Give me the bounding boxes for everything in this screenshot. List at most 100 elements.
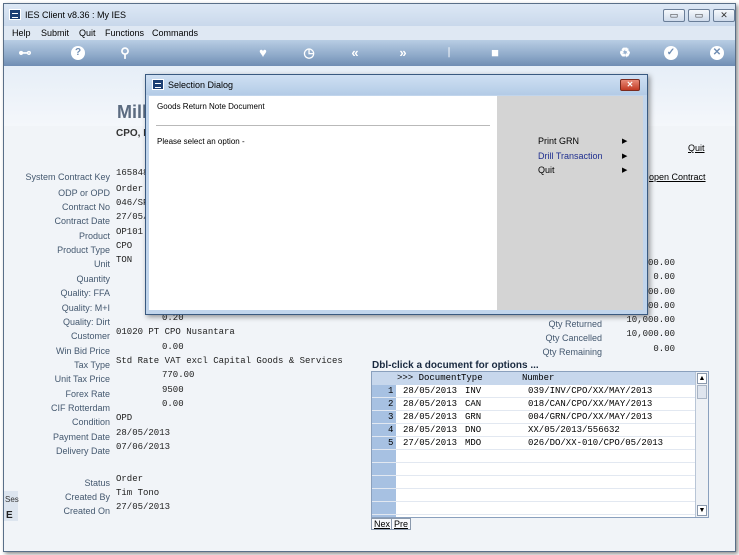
field-value[interactable]: 9500 <box>162 385 184 395</box>
row-number-value: 004/GRN/CPO/XX/MAY/2013 <box>528 412 653 422</box>
field-label: Customer <box>70 331 110 341</box>
recycle-icon[interactable]: ♻ <box>616 44 634 62</box>
row-number: 4 <box>388 425 394 435</box>
header-document[interactable]: >>> Document <box>397 373 462 383</box>
field-label: Contract No <box>61 202 110 212</box>
table-row[interactable]: 2 28/05/2013 CAN 018/CAN/CPO/XX/MAY/2013 <box>372 398 695 411</box>
field-label: Unit Tax Price <box>54 374 110 384</box>
grid-scrollbar[interactable]: ▲ ▼ <box>695 372 708 517</box>
field-value[interactable]: Order. <box>116 184 148 194</box>
field-value[interactable]: 046/SP <box>116 198 148 208</box>
field-value[interactable]: 165848 <box>116 168 148 178</box>
key-icon[interactable]: ⊷ <box>10 44 40 62</box>
table-row[interactable]: 4 28/05/2013 DNO XX/05/2013/556632 <box>372 424 695 437</box>
field-value[interactable]: OP101 <box>116 227 143 237</box>
clock-icon[interactable]: ◷ <box>300 44 318 62</box>
documents-grid: >>> Document Type Number 1 28/05/2013 INV 0… <box>371 371 709 518</box>
field-value[interactable]: 01020 PT CPO Nusantara <box>116 327 235 337</box>
menu-help[interactable]: Help <box>12 28 31 38</box>
submenu-arrow-icon: ▶ <box>622 138 628 145</box>
row-type: GRN <box>465 412 482 422</box>
qty-returned-value: 10,000.00 <box>626 315 675 325</box>
row-number-value: 018/CAN/CPO/XX/MAY/2013 <box>528 399 653 409</box>
search-icon[interactable]: ⚲ <box>116 44 134 62</box>
field-label: CIF Rotterdam <box>50 403 110 413</box>
field-value[interactable]: 27/05/ <box>116 212 148 222</box>
ok-icon[interactable]: ✓ <box>664 46 678 60</box>
field-label: Contract Date <box>54 216 110 226</box>
grid-header: >>> Document Type Number <box>372 372 695 385</box>
open-contract-link[interactable]: open Contract <box>649 172 706 182</box>
row-date: 27/05/2013 <box>403 438 458 448</box>
field-label: Quantity <box>76 274 110 284</box>
quit-link[interactable]: Quit <box>688 143 705 153</box>
stop-icon[interactable]: ■ <box>486 44 504 62</box>
rewind-icon[interactable]: « <box>346 44 364 62</box>
field-value[interactable]: 770.00 <box>162 370 194 380</box>
table-row[interactable]: 1 28/05/2013 INV 039/INV/CPO/XX/MAY/2013 <box>372 385 695 398</box>
minimize-button[interactable]: ▭ <box>663 9 685 22</box>
side-label: Ses <box>5 495 19 504</box>
exit-icon[interactable]: ✕ <box>710 46 724 60</box>
field-label: Quality: M+I <box>61 303 110 313</box>
forward-icon[interactable]: » <box>394 44 412 62</box>
field-label: Win Bid Price <box>55 346 110 356</box>
table-row-empty <box>372 463 695 476</box>
field-value[interactable]: 28/05/2013 <box>116 428 170 438</box>
table-row[interactable]: 3 28/05/2013 GRN 004/GRN/CPO/XX/MAY/2013 <box>372 411 695 424</box>
field-label: Quality: Dirt <box>62 317 110 327</box>
table-row-empty <box>372 450 695 463</box>
footer-field-value[interactable]: Order <box>116 474 143 484</box>
heart-icon[interactable]: ♥ <box>254 44 272 62</box>
qty-remaining-value: 0.00 <box>653 344 675 354</box>
next-button[interactable]: Nex <box>371 518 394 530</box>
selection-dialog: Selection Dialog ✕ Goods Return Note Doc… <box>145 74 648 315</box>
side-label: E <box>6 510 13 521</box>
prev-button[interactable]: Pre <box>391 518 412 530</box>
menu-quit[interactable]: Quit <box>79 28 96 38</box>
header-number[interactable]: Number <box>522 373 554 383</box>
footer-field-value[interactable]: Tim Tono <box>116 488 159 498</box>
field-label: ODP or OPD <box>58 188 110 198</box>
maximize-button[interactable]: ▭ <box>688 9 710 22</box>
help-icon[interactable]: ? <box>71 46 85 60</box>
scroll-up-icon[interactable]: ▲ <box>697 373 707 384</box>
footer-field-label: Status <box>84 478 110 488</box>
field-value[interactable]: 0.00 <box>162 342 184 352</box>
table-row[interactable]: 5 27/05/2013 MDO 026/DO/XX-010/CPO/05/2013 <box>372 437 695 450</box>
dialog-close-button[interactable]: ✕ <box>620 79 640 91</box>
app-icon <box>9 9 21 20</box>
option-quit[interactable]: Quit <box>538 165 555 175</box>
scroll-thumb[interactable] <box>697 385 707 399</box>
menu-bar: Help Submit Quit Functions Commands <box>4 26 735 40</box>
field-value[interactable]: 0.00 <box>162 399 184 409</box>
option-drill-transaction[interactable]: Drill Transaction <box>538 151 603 161</box>
row-type: MDO <box>465 438 482 448</box>
field-value[interactable]: OPD <box>116 413 132 423</box>
field-label: Quality: FFA <box>60 288 110 298</box>
footer-field-value[interactable]: 27/05/2013 <box>116 502 170 512</box>
table-row-empty <box>372 489 695 502</box>
header-type[interactable]: Type <box>461 373 483 383</box>
menu-submit[interactable]: Submit <box>41 28 69 38</box>
close-button[interactable]: ✕ <box>713 9 735 22</box>
row-number-value: XX/05/2013/556632 <box>528 425 620 435</box>
field-value[interactable]: CPO <box>116 241 132 251</box>
row-number: 1 <box>388 386 394 396</box>
row-number: 3 <box>388 412 394 422</box>
option-print-grn[interactable]: Print GRN <box>538 136 579 146</box>
row-number: 2 <box>388 399 394 409</box>
menu-commands[interactable]: Commands <box>152 28 198 38</box>
page-title: Mill <box>117 102 147 122</box>
row-type: INV <box>465 386 482 396</box>
scroll-down-icon[interactable]: ▼ <box>697 505 707 516</box>
row-type: DNO <box>465 425 482 435</box>
field-value[interactable]: Std Rate VAT excl Capital Goods & Servic… <box>116 356 343 366</box>
field-value[interactable]: 07/06/2013 <box>116 442 170 452</box>
row-date: 28/05/2013 <box>403 399 458 409</box>
toolbar: ⊷ ? ⚲ ♥ ◷ « » Ⅰ ■ ♻ ✓ ✕ <box>4 40 735 66</box>
field-value[interactable]: TON <box>116 255 132 265</box>
dialog-title-bar: Selection Dialog ✕ <box>146 75 647 95</box>
text-icon[interactable]: Ⅰ <box>440 44 458 62</box>
menu-functions[interactable]: Functions <box>105 28 144 38</box>
